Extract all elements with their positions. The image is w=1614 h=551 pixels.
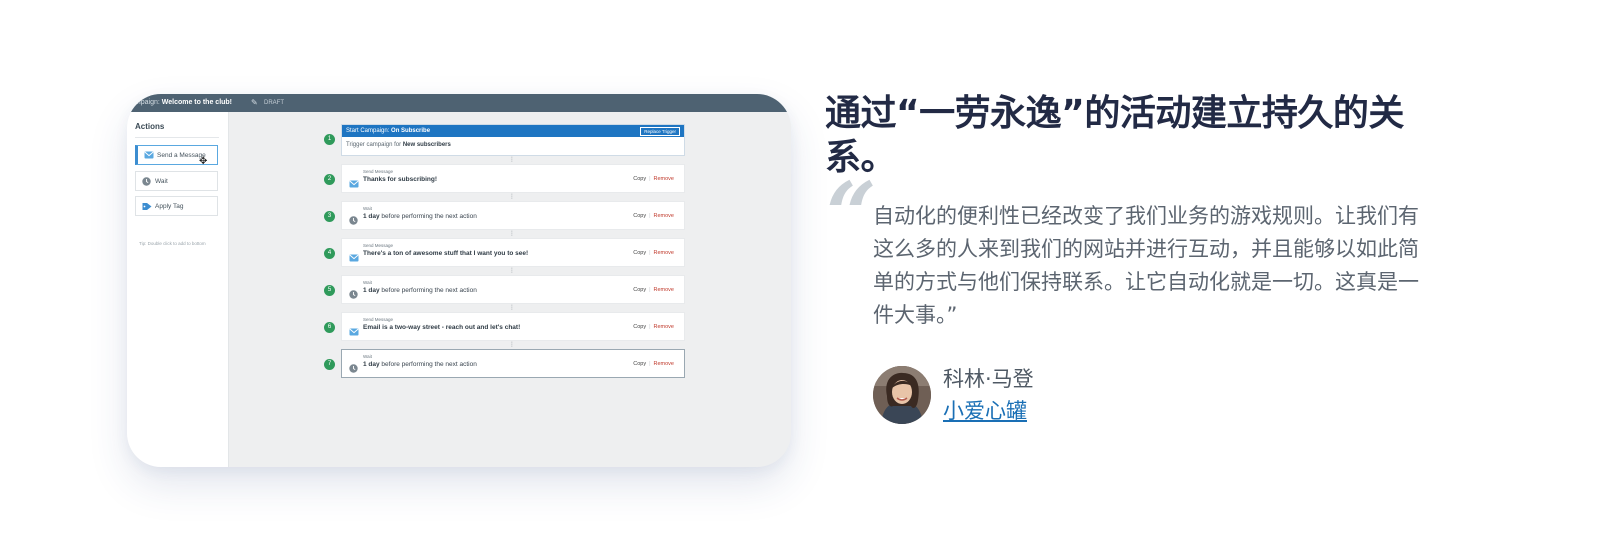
copy-link[interactable]: Copy xyxy=(633,176,646,182)
envelope-icon xyxy=(349,323,359,341)
replace-trigger-button[interactable]: Replace Trigger xyxy=(640,127,680,136)
sidebar-item-label: Wait xyxy=(155,178,168,185)
copy-link[interactable]: Copy xyxy=(633,361,646,367)
step-number: 3 xyxy=(324,211,335,222)
step-type-label: Send Message xyxy=(363,243,394,248)
actions-sidebar: Actions Send a Message Wait Apply Tag Ti… xyxy=(127,112,229,467)
sidebar-item-wait[interactable]: Wait xyxy=(135,171,218,191)
copy-link[interactable]: Copy xyxy=(633,250,646,256)
step-number: 4 xyxy=(324,248,335,259)
sidebar-item-apply-tag[interactable]: Apply Tag xyxy=(135,196,218,216)
step-type-label: Send Message xyxy=(363,317,394,322)
copy-link[interactable]: Copy xyxy=(633,324,646,330)
testimonial-headline: 通过“一劳永逸”的活动建立持久的关系。 xyxy=(825,93,1404,178)
trigger-header: Start Campaign: On Subscribe Replace Tri… xyxy=(342,125,684,137)
connector: ⋮ xyxy=(509,157,515,163)
remove-link[interactable]: Remove xyxy=(654,250,674,256)
clock-icon xyxy=(349,212,358,230)
flow-step[interactable]: 7 Wait 1 day before performing the next … xyxy=(324,349,685,378)
author-name: 科林·马登 xyxy=(943,367,1034,391)
flow-step[interactable]: 5 Wait 1 day before performing the next … xyxy=(324,275,685,304)
flow-step[interactable]: 2 Send Message Thanks for subscribing! C… xyxy=(324,164,685,193)
sidebar-title: Actions xyxy=(135,122,165,131)
sidebar-divider xyxy=(135,137,219,138)
step-title: 1 day before performing the next action xyxy=(363,213,477,220)
remove-link[interactable]: Remove xyxy=(654,361,674,367)
connector: ⋮ xyxy=(509,305,515,311)
step-type-label: Wait xyxy=(363,280,372,285)
remove-link[interactable]: Remove xyxy=(654,213,674,219)
campaign-flow: 1 Start Campaign: On Subscribe Replace T… xyxy=(320,94,690,467)
avatar xyxy=(873,366,931,424)
flow-step[interactable]: 4 Send Message There's a ton of awesome … xyxy=(324,238,685,267)
connector: ⋮ xyxy=(509,268,515,274)
remove-link[interactable]: Remove xyxy=(654,176,674,182)
step-number: 2 xyxy=(324,174,335,185)
connector: ⋮ xyxy=(509,231,515,237)
tag-icon xyxy=(142,202,152,213)
sidebar-tip: Tip: Double click to add to bottom xyxy=(139,241,206,246)
status-badge: DRAFT xyxy=(264,100,284,106)
connector: ⋮ xyxy=(509,342,515,348)
connector: ⋮ xyxy=(509,194,515,200)
envelope-icon xyxy=(349,175,359,193)
sidebar-item-label: Apply Tag xyxy=(155,203,184,210)
flow-step[interactable]: 6 Send Message Email is a two-way street… xyxy=(324,312,685,341)
remove-link[interactable]: Remove xyxy=(654,324,674,330)
step-type-label: Wait xyxy=(363,206,372,211)
step-title: 1 day before performing the next action xyxy=(363,361,477,368)
step-number: 7 xyxy=(324,359,335,370)
campaign-screenshot-card: ampaign: Welcome to the club! ✎ DRAFT Ac… xyxy=(127,94,791,467)
clock-icon xyxy=(142,177,151,188)
trigger-step[interactable]: 1 Start Campaign: On Subscribe Replace T… xyxy=(324,124,685,156)
envelope-icon xyxy=(349,249,359,267)
step-title: 1 day before performing the next action xyxy=(363,287,477,294)
pencil-icon[interactable]: ✎ xyxy=(251,94,258,112)
step-title: There's a ton of awesome stuff that I wa… xyxy=(363,250,529,257)
step-type-label: Send Message xyxy=(363,169,394,174)
step-type-label: Wait xyxy=(363,354,372,359)
testimonial-quote: 自动化的便利性已经改变了我们业务的游戏规则。让我们有这么多的人来到我们的网站并进… xyxy=(873,204,1419,327)
author-company-link[interactable]: 小爱心罐 xyxy=(943,395,1027,425)
copy-link[interactable]: Copy xyxy=(633,213,646,219)
step-title: Email is a two-way street - reach out an… xyxy=(363,324,521,331)
step-number: 6 xyxy=(324,322,335,333)
envelope-icon xyxy=(144,151,154,161)
clock-icon xyxy=(349,360,358,378)
flow-step[interactable]: 3 Wait 1 day before performing the next … xyxy=(324,201,685,230)
clock-icon xyxy=(349,286,358,304)
campaign-title: ampaign: Welcome to the club! xyxy=(131,99,233,106)
quote-mark-icon: “ xyxy=(826,162,877,266)
trigger-description: Trigger campaign for New subscribers xyxy=(346,142,451,148)
remove-link[interactable]: Remove xyxy=(654,287,674,293)
copy-link[interactable]: Copy xyxy=(633,287,646,293)
step-title: Thanks for subscribing! xyxy=(363,176,438,183)
step-number: 1 xyxy=(324,134,335,145)
step-number: 5 xyxy=(324,285,335,296)
move-cursor-icon: ✥ xyxy=(199,156,208,167)
